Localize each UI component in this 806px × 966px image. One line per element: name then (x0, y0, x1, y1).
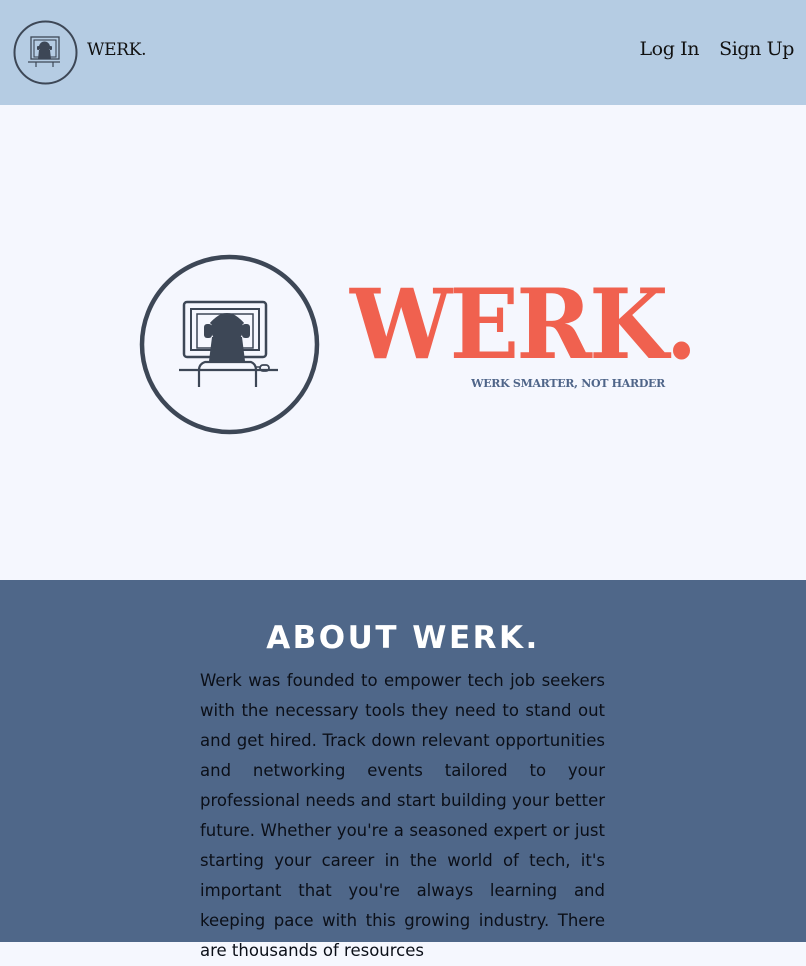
nav-links: Log In Sign Up (639, 38, 794, 60)
hero-wordmark: WERK. (350, 268, 697, 381)
computer-user-icon (139, 254, 320, 435)
logo-icon[interactable] (13, 20, 78, 85)
about-title: ABOUT WERK. (266, 620, 540, 656)
about-section: ABOUT WERK. Werk was founded to empower … (0, 580, 806, 960)
nav-brand[interactable]: WERK. (87, 40, 147, 60)
hero-tagline: WERK SMARTER, NOT HARDER (471, 377, 665, 390)
navbar: WERK. Log In Sign Up (0, 0, 806, 105)
about-body: Werk was founded to empower tech job see… (200, 671, 605, 960)
login-link[interactable]: Log In (639, 38, 699, 60)
signup-link[interactable]: Sign Up (719, 38, 794, 60)
hero-section: WERK. WERK SMARTER, NOT HARDER (0, 105, 806, 580)
